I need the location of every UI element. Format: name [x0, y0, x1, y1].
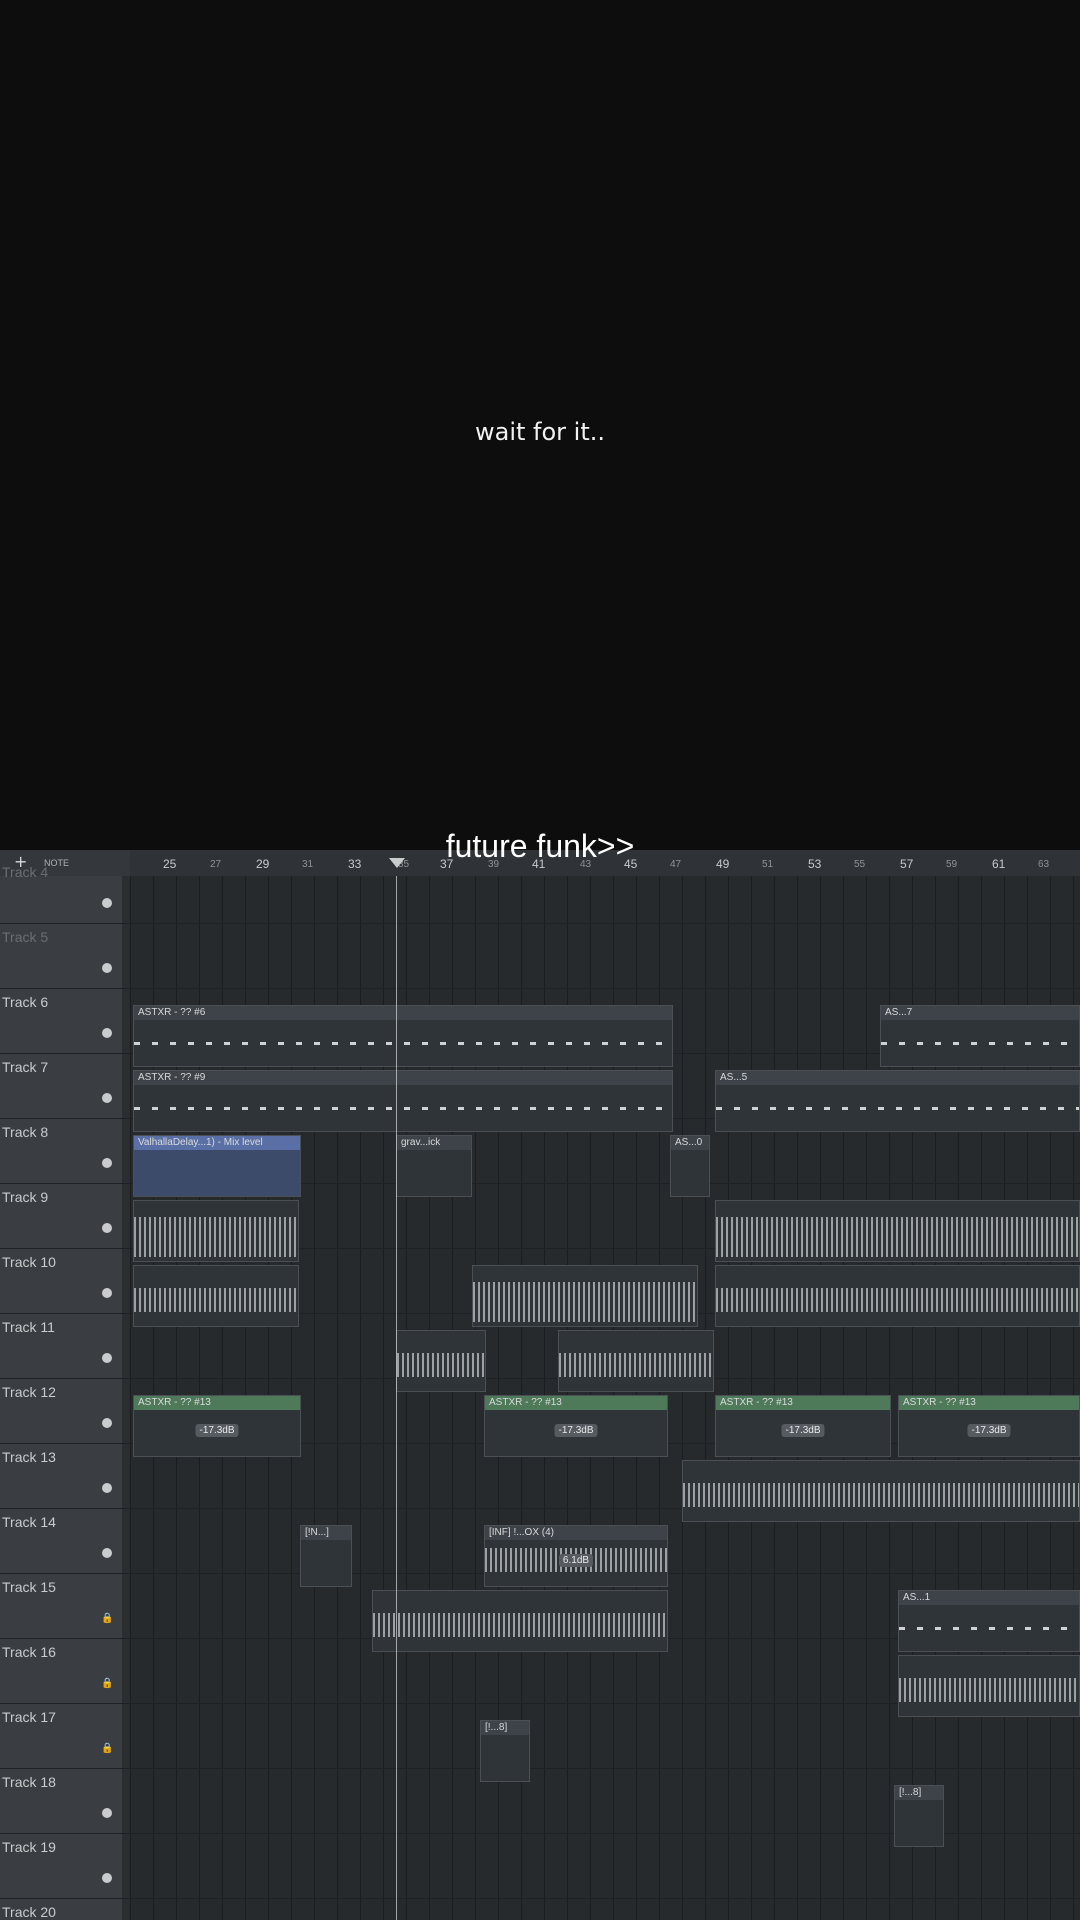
- audio-clip[interactable]: [!N...]: [300, 1525, 352, 1587]
- gain-badge: -17.3dB: [195, 1424, 239, 1437]
- waveform: [373, 1613, 667, 1637]
- clip-label: ASTXR - ?? #13: [903, 1397, 976, 1408]
- clip-label: AS...5: [720, 1072, 748, 1083]
- audio-clip[interactable]: [898, 1655, 1080, 1717]
- playhead[interactable]: [396, 876, 397, 1920]
- waveform: [559, 1353, 713, 1377]
- audio-clip[interactable]: [396, 1330, 486, 1392]
- top-caption: wait for it..: [474, 418, 605, 446]
- waveform: [473, 1282, 697, 1322]
- automation-clip[interactable]: ValhallaDelay...1) - Mix level: [133, 1135, 301, 1197]
- audio-clip[interactable]: [682, 1460, 1080, 1522]
- audio-clip[interactable]: [372, 1590, 668, 1652]
- pattern-clip[interactable]: grav...ick: [396, 1135, 472, 1197]
- clip-label: [!...8]: [899, 1787, 922, 1798]
- audio-clip[interactable]: [INF] !...OX (4) 6.1dB: [484, 1525, 668, 1587]
- audio-clip[interactable]: [!...8]: [894, 1785, 944, 1847]
- audio-clip[interactable]: ASTXR - ?? #13 -17.3dB: [133, 1395, 301, 1457]
- audio-clip[interactable]: [133, 1265, 299, 1327]
- audio-clip[interactable]: [558, 1330, 714, 1392]
- waveform: [134, 1217, 298, 1257]
- gain-badge: -17.3dB: [554, 1424, 598, 1437]
- clip-notes: [134, 1107, 672, 1110]
- waveform: [683, 1483, 1079, 1507]
- clip-label: grav...ick: [401, 1137, 441, 1148]
- pattern-clip[interactable]: AS...0: [670, 1135, 710, 1197]
- clip-label: AS...0: [675, 1137, 703, 1148]
- main-caption: future funk>>: [445, 828, 635, 864]
- pattern-clip[interactable]: ASTXR - ?? #6: [133, 1005, 673, 1067]
- clip-label: ASTXR - ?? #13: [720, 1397, 793, 1408]
- clip-label: AS...7: [885, 1007, 913, 1018]
- daw-playlist: + NOTE 25 27 29 31 33 35 37 39 41 43 45 …: [0, 850, 1080, 1920]
- audio-clip[interactable]: [715, 1265, 1080, 1327]
- clip-label: [!N...]: [305, 1527, 329, 1538]
- pattern-clip[interactable]: AS...1: [898, 1590, 1080, 1652]
- audio-clip[interactable]: ASTXR - ?? #13 -17.3dB: [484, 1395, 668, 1457]
- clip-label: ASTXR - ?? #13: [489, 1397, 562, 1408]
- clip-notes: [881, 1042, 1079, 1045]
- audio-clip[interactable]: [!...8]: [480, 1720, 530, 1782]
- clip-label: ASTXR - ?? #13: [138, 1397, 211, 1408]
- clip-label: AS...1: [903, 1592, 931, 1603]
- audio-clip[interactable]: ASTXR - ?? #13 -17.3dB: [715, 1395, 891, 1457]
- waveform: [397, 1353, 485, 1377]
- waveform: [716, 1217, 1079, 1257]
- audio-clip[interactable]: [472, 1265, 698, 1327]
- gain-badge: -17.3dB: [781, 1424, 825, 1437]
- gain-badge: 6.1dB: [558, 1554, 594, 1567]
- pattern-clip[interactable]: AS...5: [715, 1070, 1080, 1132]
- clip-label: [!...8]: [485, 1722, 508, 1733]
- clip-label: ASTXR - ?? #6: [138, 1007, 206, 1018]
- audio-clip[interactable]: ASTXR - ?? #13 -17.3dB: [898, 1395, 1080, 1457]
- waveform: [899, 1678, 1079, 1702]
- clip-label: [INF] !...OX (4): [489, 1527, 555, 1538]
- waveform: [134, 1288, 298, 1312]
- clips-layer: ASTXR - ?? #6 AS...7 ASTXR - ?? #9 AS...…: [0, 850, 1080, 1920]
- clip-notes: [899, 1627, 1079, 1630]
- waveform: [716, 1288, 1079, 1312]
- audio-clip[interactable]: [715, 1200, 1080, 1262]
- pattern-clip[interactable]: ASTXR - ?? #9: [133, 1070, 673, 1132]
- pattern-clip[interactable]: AS...7: [880, 1005, 1080, 1067]
- clip-notes: [134, 1042, 672, 1045]
- audio-clip[interactable]: [133, 1200, 299, 1262]
- clip-label: ASTXR - ?? #9: [138, 1072, 206, 1083]
- gain-badge: -17.3dB: [967, 1424, 1011, 1437]
- clip-notes: [716, 1107, 1079, 1110]
- clip-label: ValhallaDelay...1) - Mix level: [138, 1137, 263, 1148]
